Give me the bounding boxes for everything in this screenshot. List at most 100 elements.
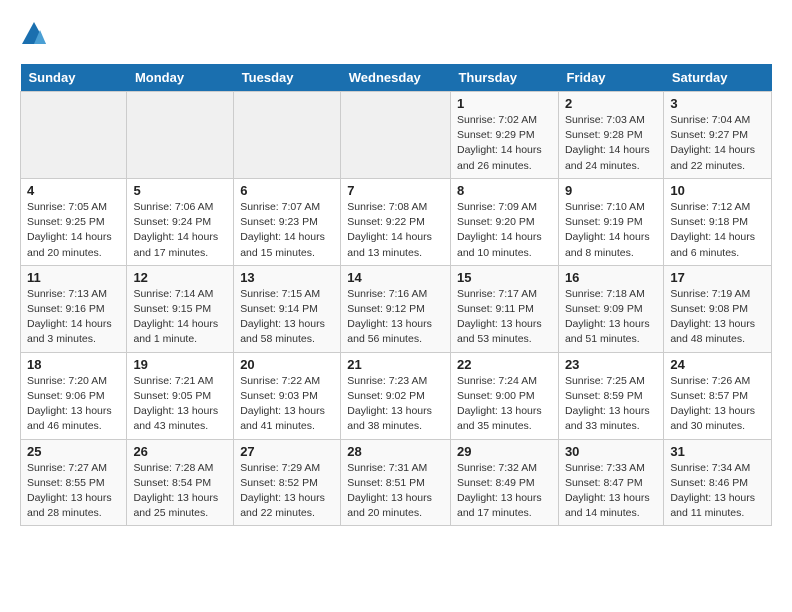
day-info: Sunrise: 7:03 AM Sunset: 9:28 PM Dayligh… [565,113,657,174]
calendar-cell [234,92,341,179]
logo [20,20,52,48]
day-number: 27 [240,444,334,459]
day-number: 4 [27,183,120,198]
calendar-cell: 29 Sunrise: 7:32 AM Sunset: 8:49 PM Dayli… [450,439,558,526]
day-number: 13 [240,270,334,285]
calendar-cell: 8Sunrise: 7:09 AM Sunset: 9:20 PM Daylig… [450,178,558,265]
day-info: Sunrise: 7:21 AM Sunset: 9:05 PM Dayligh… [133,374,227,435]
calendar-cell: 25 Sunrise: 7:27 AM Sunset: 8:55 PM Dayli… [21,439,127,526]
calendar-cell: 3 Sunrise: 7:04 AM Sunset: 9:27 PM Daylig… [664,92,772,179]
page-header [20,20,772,48]
day-info: Sunrise: 7:17 AM Sunset: 9:11 PM Dayligh… [457,287,552,348]
day-number: 21 [347,357,444,372]
day-number: 3 [670,96,765,111]
weekday-header: Wednesday [341,64,451,92]
day-info: Sunrise: 7:25 AM Sunset: 8:59 PM Dayligh… [565,374,657,435]
calendar-cell: 16 Sunrise: 7:18 AM Sunset: 9:09 PM Dayli… [558,265,663,352]
day-number: 7 [347,183,444,198]
calendar-cell: 11 Sunrise: 7:13 AM Sunset: 9:16 PM Dayli… [21,265,127,352]
calendar-cell: 7 Sunrise: 7:08 AM Sunset: 9:22 PM Daylig… [341,178,451,265]
day-number: 29 [457,444,552,459]
day-number: 28 [347,444,444,459]
day-number: 16 [565,270,657,285]
weekday-header: Friday [558,64,663,92]
calendar-cell: 15 Sunrise: 7:17 AM Sunset: 9:11 PM Dayli… [450,265,558,352]
day-info: Sunrise: 7:08 AM Sunset: 9:22 PM Dayligh… [347,200,444,261]
calendar-cell: 17Sunrise: 7:19 AM Sunset: 9:08 PM Dayli… [664,265,772,352]
day-number: 1 [457,96,552,111]
day-info: Sunrise: 7:15 AM Sunset: 9:14 PM Dayligh… [240,287,334,348]
day-number: 17 [670,270,765,285]
day-info: Sunrise: 7:31 AM Sunset: 8:51 PM Dayligh… [347,461,444,522]
day-number: 10 [670,183,765,198]
calendar-cell: 31 Sunrise: 7:34 AM Sunset: 8:46 PM Dayli… [664,439,772,526]
calendar-week-row: 25 Sunrise: 7:27 AM Sunset: 8:55 PM Dayli… [21,439,772,526]
day-number: 6 [240,183,334,198]
day-info: Sunrise: 7:20 AM Sunset: 9:06 PM Dayligh… [27,374,120,435]
day-info: Sunrise: 7:18 AM Sunset: 9:09 PM Dayligh… [565,287,657,348]
day-info: Sunrise: 7:26 AM Sunset: 8:57 PM Dayligh… [670,374,765,435]
logo-icon [20,20,48,48]
day-info: Sunrise: 7:04 AM Sunset: 9:27 PM Dayligh… [670,113,765,174]
weekday-header: Tuesday [234,64,341,92]
day-number: 18 [27,357,120,372]
weekday-header: Thursday [450,64,558,92]
day-info: Sunrise: 7:29 AM Sunset: 8:52 PM Dayligh… [240,461,334,522]
calendar-week-row: 18 Sunrise: 7:20 AM Sunset: 9:06 PM Dayli… [21,352,772,439]
calendar-cell: 5 Sunrise: 7:06 AM Sunset: 9:24 PM Daylig… [127,178,234,265]
calendar-cell: 20Sunrise: 7:22 AM Sunset: 9:03 PM Dayli… [234,352,341,439]
day-info: Sunrise: 7:24 AM Sunset: 9:00 PM Dayligh… [457,374,552,435]
day-number: 15 [457,270,552,285]
day-info: Sunrise: 7:05 AM Sunset: 9:25 PM Dayligh… [27,200,120,261]
day-info: Sunrise: 7:34 AM Sunset: 8:46 PM Dayligh… [670,461,765,522]
weekday-header: Monday [127,64,234,92]
calendar-cell: 27 Sunrise: 7:29 AM Sunset: 8:52 PM Dayli… [234,439,341,526]
day-number: 31 [670,444,765,459]
calendar-week-row: 1 Sunrise: 7:02 AM Sunset: 9:29 PM Daylig… [21,92,772,179]
calendar-week-row: 11 Sunrise: 7:13 AM Sunset: 9:16 PM Dayli… [21,265,772,352]
day-number: 14 [347,270,444,285]
calendar-cell: 24 Sunrise: 7:26 AM Sunset: 8:57 PM Dayli… [664,352,772,439]
day-number: 25 [27,444,120,459]
weekday-header-row: SundayMondayTuesdayWednesdayThursdayFrid… [21,64,772,92]
day-number: 9 [565,183,657,198]
calendar-cell: 4 Sunrise: 7:05 AM Sunset: 9:25 PM Daylig… [21,178,127,265]
calendar-cell: 19 Sunrise: 7:21 AM Sunset: 9:05 PM Dayli… [127,352,234,439]
calendar-cell: 1 Sunrise: 7:02 AM Sunset: 9:29 PM Daylig… [450,92,558,179]
day-number: 11 [27,270,120,285]
day-number: 5 [133,183,227,198]
day-info: Sunrise: 7:07 AM Sunset: 9:23 PM Dayligh… [240,200,334,261]
day-info: Sunrise: 7:23 AM Sunset: 9:02 PM Dayligh… [347,374,444,435]
day-number: 22 [457,357,552,372]
day-info: Sunrise: 7:28 AM Sunset: 8:54 PM Dayligh… [133,461,227,522]
day-info: Sunrise: 7:06 AM Sunset: 9:24 PM Dayligh… [133,200,227,261]
day-info: Sunrise: 7:33 AM Sunset: 8:47 PM Dayligh… [565,461,657,522]
calendar-cell: 9 Sunrise: 7:10 AM Sunset: 9:19 PM Daylig… [558,178,663,265]
weekday-header: Saturday [664,64,772,92]
day-info: Sunrise: 7:22 AM Sunset: 9:03 PM Dayligh… [240,374,334,435]
calendar-cell: 18 Sunrise: 7:20 AM Sunset: 9:06 PM Dayli… [21,352,127,439]
day-info: Sunrise: 7:27 AM Sunset: 8:55 PM Dayligh… [27,461,120,522]
day-number: 19 [133,357,227,372]
calendar-cell: 22 Sunrise: 7:24 AM Sunset: 9:00 PM Dayli… [450,352,558,439]
calendar-cell [21,92,127,179]
day-info: Sunrise: 7:16 AM Sunset: 9:12 PM Dayligh… [347,287,444,348]
day-info: Sunrise: 7:10 AM Sunset: 9:19 PM Dayligh… [565,200,657,261]
day-number: 2 [565,96,657,111]
day-info: Sunrise: 7:13 AM Sunset: 9:16 PM Dayligh… [27,287,120,348]
day-number: 23 [565,357,657,372]
calendar-cell: 26 Sunrise: 7:28 AM Sunset: 8:54 PM Dayli… [127,439,234,526]
day-number: 26 [133,444,227,459]
calendar-cell [341,92,451,179]
day-info: Sunrise: 7:02 AM Sunset: 9:29 PM Dayligh… [457,113,552,174]
day-number: 24 [670,357,765,372]
calendar-cell: 23 Sunrise: 7:25 AM Sunset: 8:59 PM Dayli… [558,352,663,439]
day-info: Sunrise: 7:32 AM Sunset: 8:49 PM Dayligh… [457,461,552,522]
day-info: Sunrise: 7:12 AM Sunset: 9:18 PM Dayligh… [670,200,765,261]
calendar-week-row: 4 Sunrise: 7:05 AM Sunset: 9:25 PM Daylig… [21,178,772,265]
calendar-cell: 12Sunrise: 7:14 AM Sunset: 9:15 PM Dayli… [127,265,234,352]
calendar-cell: 21 Sunrise: 7:23 AM Sunset: 9:02 PM Dayli… [341,352,451,439]
calendar-cell: 30Sunrise: 7:33 AM Sunset: 8:47 PM Dayli… [558,439,663,526]
calendar-cell: 10 Sunrise: 7:12 AM Sunset: 9:18 PM Dayli… [664,178,772,265]
calendar-cell [127,92,234,179]
